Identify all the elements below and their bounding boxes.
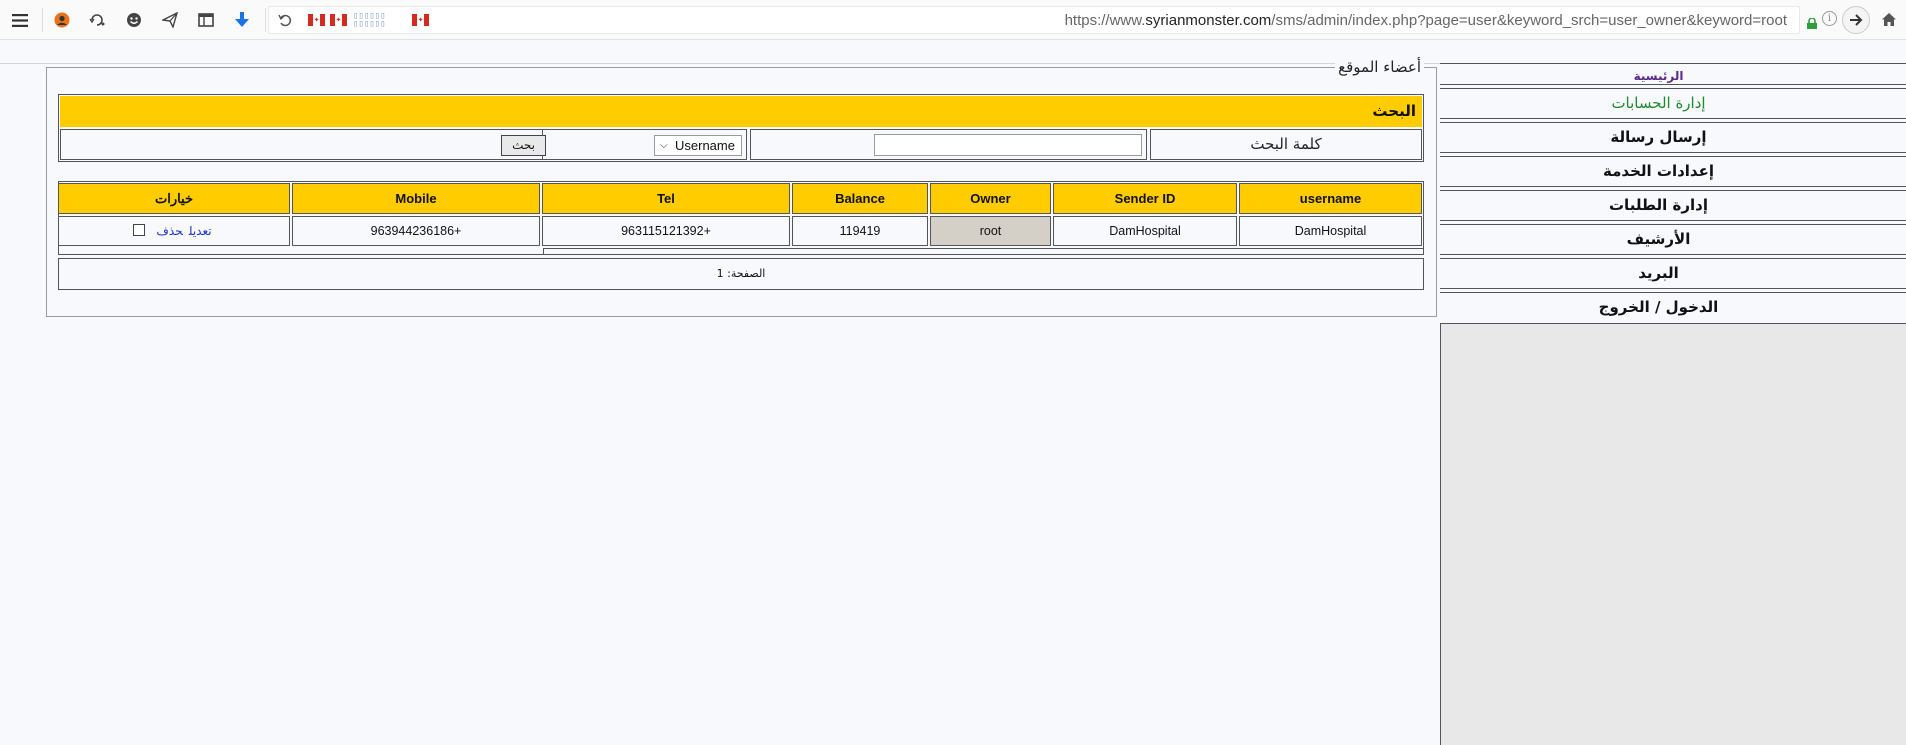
browser-toolbar: ✦ ✦ ▯▯▯▯▯▯ ▯▯▯▯▯▯ ✦ https://www.syrianmon… <box>0 0 1906 40</box>
page-divider <box>0 63 1440 64</box>
arrow-right-icon[interactable] <box>1842 6 1870 34</box>
menu-item-label: الرئيسية <box>1633 69 1684 83</box>
url-prefix: https://www. <box>1064 12 1146 29</box>
window-icon[interactable] <box>195 9 217 31</box>
menu-empty-panel <box>1440 323 1906 745</box>
menu-divider <box>1440 289 1906 293</box>
chevron-down-icon: ⌵ <box>660 140 668 151</box>
menu-item-label: الأرشيف <box>1626 230 1691 248</box>
lock-icon[interactable] <box>1807 14 1817 29</box>
menu-divider <box>1440 255 1906 259</box>
cell-sender-id: DamHospital <box>1053 216 1237 246</box>
menu-item-mail[interactable]: البريد <box>1440 254 1906 288</box>
menu-divider <box>1440 85 1906 89</box>
delete-link[interactable]: حذف <box>156 224 182 238</box>
table-spacer-row <box>543 248 1424 255</box>
col-tel: Tel <box>542 183 790 214</box>
search-field-select[interactable]: ⌵ Username <box>654 135 742 156</box>
toolbar-separator <box>265 8 266 32</box>
url-path: /sms/admin/index.php?page=user&keyword_s… <box>1271 12 1787 29</box>
search-button[interactable]: بحث <box>501 135 546 156</box>
search-field-selected: Username <box>675 138 735 153</box>
cell-tel: 963115121392+ <box>542 216 790 246</box>
menu-divider <box>1440 153 1906 157</box>
menu-divider <box>1440 221 1906 225</box>
menu-item-archive[interactable]: الأرشيف <box>1440 220 1906 254</box>
download-icon[interactable] <box>231 9 253 31</box>
menu-item-label: إعدادات الخدمة <box>1603 162 1714 180</box>
cell-owner: root <box>930 216 1051 246</box>
keyword-label-cell: كلمة البحث <box>1150 129 1422 160</box>
url-domain: syrianmonster.com <box>1145 12 1272 29</box>
flag-icon[interactable]: ✦ <box>330 14 347 26</box>
menu-item-login-logout[interactable]: الدخول / الخروج <box>1440 288 1906 322</box>
pager: الصفحة: 1 <box>58 258 1424 290</box>
cell-mobile: 963944236186+ <box>292 216 540 246</box>
home-icon[interactable] <box>1878 8 1900 30</box>
field-select-cell: ⌵ Username <box>542 129 747 160</box>
undo-icon[interactable] <box>274 9 296 31</box>
search-box: البحث كلمة البحث ⌵ Username بحث <box>58 94 1424 162</box>
menu-item-label: إدارة الحسابات <box>1611 94 1706 112</box>
menu-item-send-message[interactable]: إرسال رسالة <box>1440 118 1906 152</box>
url-text[interactable]: https://www.syrianmonster.com/sms/admin/… <box>1065 12 1787 29</box>
cell-options: تعديل حذف <box>58 216 290 246</box>
menu-item-label: إرسال رسالة <box>1610 128 1707 146</box>
col-owner: Owner <box>930 183 1051 214</box>
col-balance: Balance <box>792 183 928 214</box>
menu-item-accounts[interactable]: إدارة الحسابات <box>1440 84 1906 115</box>
send-icon[interactable] <box>159 9 181 31</box>
side-menu: الرئيسية إدارة الحسابات إرسال رسالة إعدا… <box>1440 63 1906 745</box>
menu-item-service-settings[interactable]: إعدادات الخدمة <box>1440 152 1906 186</box>
users-table: username Sender ID Owner Balance Tel Mob… <box>58 181 1424 255</box>
menu-item-label: الدخول / الخروج <box>1598 298 1719 316</box>
keyword-input[interactable] <box>874 134 1142 156</box>
col-sender-id: Sender ID <box>1053 183 1237 214</box>
table-header-row: username Sender ID Owner Balance Tel Mob… <box>58 183 1422 214</box>
cell-balance: 119419 <box>792 216 928 246</box>
menu-divider <box>1440 119 1906 123</box>
sync-icon[interactable] <box>87 9 109 31</box>
cell-username: DamHospital <box>1239 216 1422 246</box>
menu-icon[interactable] <box>9 9 31 31</box>
menu-item-label: البريد <box>1638 264 1679 282</box>
table-row: DamHospital DamHospital root 119419 9631… <box>58 216 1422 246</box>
keyword-label: كلمة البحث <box>1250 135 1322 153</box>
toolbar-separator <box>42 8 43 32</box>
menu-item-label: إدارة الطلبات <box>1608 196 1709 214</box>
page-indicator: الصفحة: 1 <box>716 267 766 280</box>
col-mobile: Mobile <box>292 183 540 214</box>
tracker-dots-icon[interactable]: ▯▯▯▯▯▯ ▯▯▯▯▯▯ <box>353 12 405 28</box>
row-checkbox[interactable] <box>133 224 146 236</box>
keyword-input-cell <box>750 129 1147 160</box>
members-panel: أعضاء الموقع البحث كلمة البحث ⌵ Username… <box>46 58 1437 317</box>
search-button-cell: بحث <box>60 129 546 160</box>
search-row: كلمة البحث ⌵ Username بحث <box>60 129 1422 160</box>
col-options: خيارات <box>58 183 290 214</box>
flag-icon[interactable]: ✦ <box>308 14 325 26</box>
search-title: البحث <box>60 96 1422 127</box>
edit-link[interactable]: تعديل <box>189 224 212 238</box>
info-icon[interactable]: i <box>1822 11 1837 26</box>
members-legend: أعضاء الموقع <box>1335 58 1424 76</box>
menu-divider <box>1440 187 1906 191</box>
avatar-icon[interactable] <box>51 9 73 31</box>
col-username: username <box>1239 183 1422 214</box>
smiley-icon[interactable] <box>123 9 145 31</box>
flag-icon[interactable]: ✦ <box>412 14 429 26</box>
menu-item-requests[interactable]: إدارة الطلبات <box>1440 186 1906 220</box>
